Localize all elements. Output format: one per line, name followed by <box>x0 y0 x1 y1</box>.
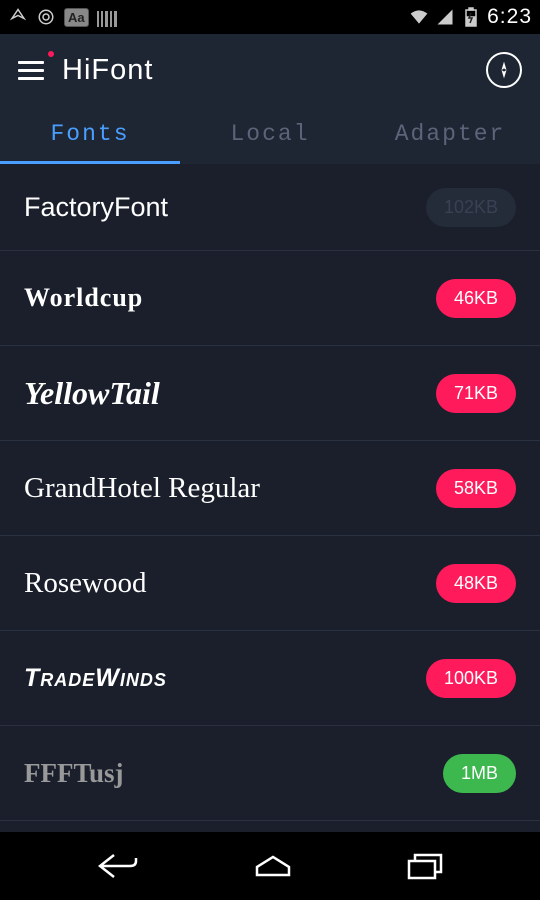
font-name: YellowTail <box>24 375 160 412</box>
size-badge[interactable]: 71KB <box>436 374 516 413</box>
font-list: FactoryFont 102KB Worldcup 46KB YellowTa… <box>0 164 540 832</box>
tab-local[interactable]: Local <box>180 106 360 164</box>
font-item-yellowtail[interactable]: YellowTail 71KB <box>0 346 540 441</box>
back-button[interactable] <box>96 851 140 881</box>
font-name: Worldcup <box>24 283 143 313</box>
target-icon <box>36 7 56 27</box>
app-bar: HiFont <box>0 34 540 106</box>
status-bar: Aa 6:23 <box>0 0 540 34</box>
size-badge[interactable]: 100KB <box>426 659 516 698</box>
size-badge: 102KB <box>426 188 516 227</box>
font-name: TradeWinds <box>24 664 167 693</box>
signal-icon <box>435 7 455 27</box>
size-badge[interactable]: 48KB <box>436 564 516 603</box>
size-badge[interactable]: 1MB <box>443 754 516 793</box>
size-badge[interactable]: 46KB <box>436 279 516 318</box>
compass-button[interactable] <box>486 52 522 88</box>
tab-fonts[interactable]: Fonts <box>0 106 180 164</box>
size-badge[interactable]: 58KB <box>436 469 516 508</box>
menu-button[interactable] <box>18 61 44 80</box>
tab-adapter[interactable]: Adapter <box>360 106 540 164</box>
font-name: Rosewood <box>24 567 146 600</box>
tab-bar: Fonts Local Adapter <box>0 106 540 164</box>
leaf-icon <box>8 7 28 27</box>
recent-button[interactable] <box>406 851 444 881</box>
font-app-icon: Aa <box>64 8 89 27</box>
wifi-icon <box>409 7 429 27</box>
home-button[interactable] <box>253 853 293 879</box>
font-item-factoryfont[interactable]: FactoryFont 102KB <box>0 164 540 251</box>
font-item-worldcup[interactable]: Worldcup 46KB <box>0 251 540 346</box>
font-name: GrandHotel Regular <box>24 472 260 505</box>
nav-bar <box>0 832 540 900</box>
font-item-grandhotel[interactable]: GrandHotel Regular 58KB <box>0 441 540 536</box>
font-item-ffftusj[interactable]: FFFTusj 1MB <box>0 726 540 821</box>
app-title: HiFont <box>62 54 153 87</box>
status-time: 6:23 <box>487 5 532 29</box>
font-item-tradewinds[interactable]: TradeWinds 100KB <box>0 631 540 726</box>
font-name: FFFTusj <box>24 758 124 789</box>
font-item-rosewood[interactable]: Rosewood 48KB <box>0 536 540 631</box>
barcode-icon <box>97 7 117 27</box>
notification-dot <box>48 51 54 57</box>
font-name: FactoryFont <box>24 192 168 223</box>
battery-icon <box>461 7 481 27</box>
